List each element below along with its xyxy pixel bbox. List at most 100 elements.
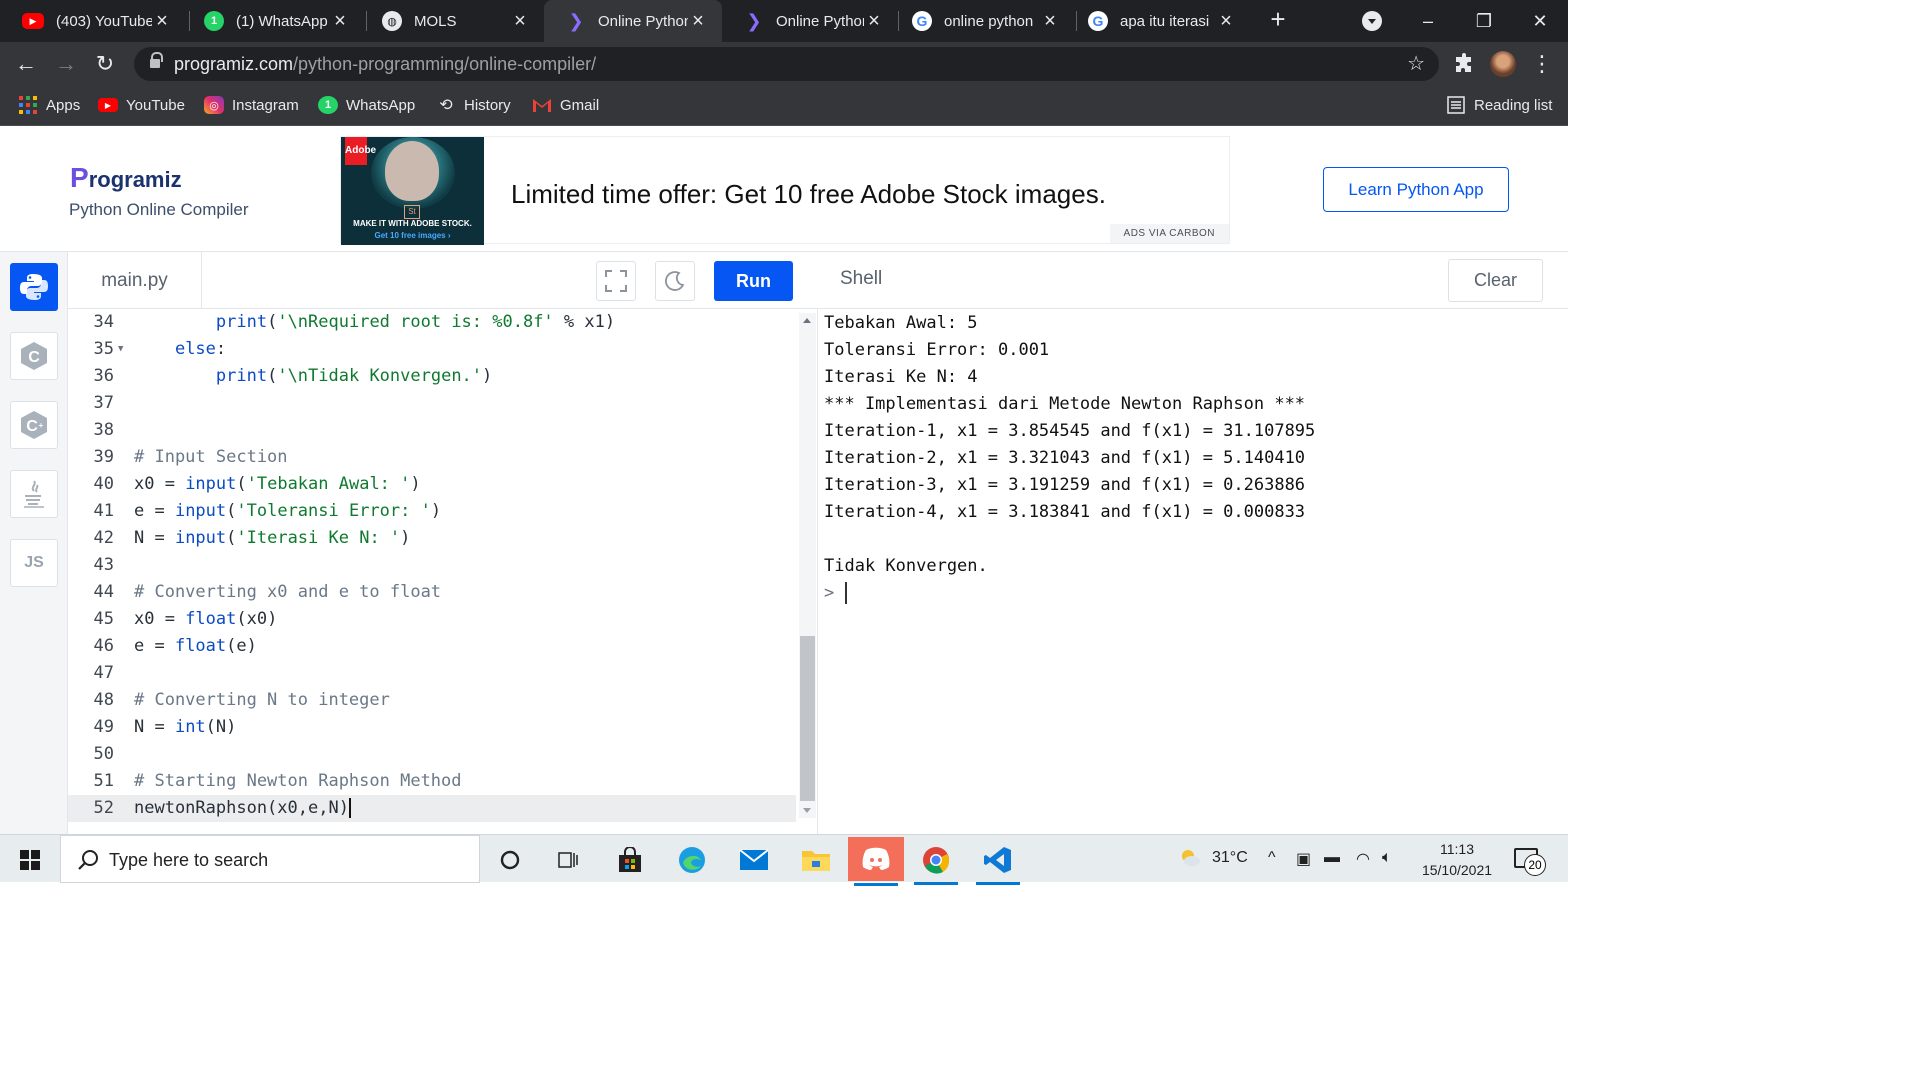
code-line[interactable]: 44 # Converting x0 and e to float [68, 579, 796, 606]
code-line[interactable]: 52 newtonRaphson(x0,e,N) [68, 795, 796, 822]
profile-avatar[interactable] [1490, 51, 1516, 77]
ad-text[interactable]: Limited time offer: Get 10 free Adobe St… [511, 179, 1106, 210]
fullscreen-button[interactable] [596, 261, 636, 301]
tab-search-icon[interactable] [1362, 11, 1382, 31]
window-close-button[interactable]: ✕ [1512, 0, 1568, 42]
code-line[interactable]: 41 e = input('Toleransi Error: ') [68, 498, 796, 525]
tab-google-iterasi[interactable]: G apa itu iterasi × [1066, 0, 1250, 42]
code-line[interactable]: 49 N = int(N) [68, 714, 796, 741]
code-text[interactable]: e = float(e) [134, 633, 257, 660]
notification-center-icon[interactable]: 20 [1514, 848, 1546, 876]
code-text[interactable]: x0 = input('Tebakan Awal: ') [134, 471, 421, 498]
cpp-language-button[interactable]: C + [10, 401, 58, 449]
forward-arrow-icon[interactable]: → [52, 50, 80, 78]
tab-youtube[interactable]: ▶ (403) YouTube × [0, 0, 186, 42]
fold-arrow-icon[interactable]: ▼ [118, 336, 123, 363]
back-arrow-icon[interactable]: ← [12, 50, 40, 78]
taskbar-clock[interactable]: 11:13 15/10/2021 [1412, 839, 1502, 881]
code-text[interactable]: N = input('Iterasi Ke N: ') [134, 525, 410, 552]
code-line[interactable]: 35 ▼ else: [68, 336, 796, 363]
dark-mode-button[interactable] [655, 261, 695, 301]
cortana-icon[interactable] [482, 840, 538, 880]
bookmark-star-icon[interactable]: ☆ [1407, 51, 1425, 76]
bookmark-gmail[interactable]: Gmail [532, 94, 599, 116]
edge-browser-icon[interactable] [664, 840, 720, 880]
code-line[interactable]: 34 print('\nRequired root is: %0.8f' % x… [68, 309, 796, 336]
run-button[interactable]: Run [714, 261, 793, 301]
learn-python-app-button[interactable]: Learn Python App [1323, 167, 1509, 212]
bookmark-whatsapp[interactable]: 1 WhatsApp [318, 94, 415, 116]
bookmark-history[interactable]: ⟲ History [436, 94, 510, 116]
weather-icon[interactable] [1178, 846, 1202, 875]
discord-icon[interactable] [848, 837, 904, 886]
clear-button[interactable]: Clear [1448, 259, 1543, 302]
task-view-icon[interactable] [540, 840, 596, 880]
code-line[interactable]: 50 [68, 741, 796, 768]
file-explorer-icon[interactable] [788, 840, 844, 880]
code-text[interactable]: # Converting N to integer [134, 687, 390, 714]
python-language-button[interactable] [10, 263, 58, 311]
code-text[interactable]: # Starting Newton Raphson Method [134, 768, 462, 795]
scroll-up-arrow[interactable] [803, 318, 811, 323]
tab-mols[interactable]: ◍ MOLS × [360, 0, 544, 42]
code-line[interactable]: 47 [68, 660, 796, 687]
reload-icon[interactable]: ↻ [91, 50, 119, 78]
js-language-button[interactable]: JS [10, 539, 58, 587]
bookmark-apps[interactable]: Apps [18, 94, 80, 116]
temperature-label[interactable]: 31°C [1212, 849, 1248, 867]
network-status-icon[interactable]: ▣ [1296, 849, 1311, 869]
code-text[interactable]: newtonRaphson(x0,e,N) [134, 795, 351, 822]
tab-google-online-python[interactable]: G online python × [890, 0, 1074, 42]
code-line[interactable]: 45 x0 = float(x0) [68, 606, 796, 633]
code-text[interactable]: else: [134, 336, 226, 363]
code-line[interactable]: 37 [68, 390, 796, 417]
battery-icon[interactable]: ▬ [1324, 849, 1340, 867]
chrome-icon[interactable] [908, 840, 964, 885]
extensions-puzzle-icon[interactable] [1452, 52, 1476, 76]
code-editor[interactable]: 34 print('\nRequired root is: %0.8f' % x… [68, 309, 818, 834]
ad-banner[interactable]: Adobe St MAKE IT WITH ADOBE STOCK. Get 1… [340, 136, 1230, 245]
minimize-button[interactable]: – [1400, 0, 1456, 42]
close-icon[interactable]: × [1040, 10, 1060, 33]
volume-icon[interactable]: 🔈︎ [1382, 849, 1392, 867]
code-text[interactable]: # Input Section [134, 444, 288, 471]
tab-whatsapp[interactable]: 1 (1) WhatsApp × [182, 0, 364, 42]
code-line[interactable]: 43 [68, 552, 796, 579]
new-tab-button[interactable]: + [1266, 6, 1290, 32]
windows-start-icon[interactable] [20, 850, 40, 870]
tab-online-python-2[interactable]: ❯ Online Python × [722, 0, 898, 42]
microsoft-store-icon[interactable] [602, 840, 658, 880]
code-text[interactable]: x0 = float(x0) [134, 606, 277, 633]
shell-output[interactable]: Tebakan Awal: 5 Toleransi Error: 0.001 Ite… [818, 309, 1568, 834]
file-tab-main-py[interactable]: main.py [68, 252, 202, 309]
scrollbar-thumb[interactable] [800, 636, 815, 801]
scroll-down-arrow[interactable] [803, 808, 811, 813]
reading-list-button[interactable]: Reading list [1446, 94, 1552, 116]
code-line[interactable]: 39 # Input Section [68, 444, 796, 471]
chevron-up-icon[interactable]: ^ [1268, 849, 1276, 867]
mail-icon[interactable] [726, 840, 782, 880]
tab-online-python-active[interactable]: ❯ Online Python × [544, 0, 722, 42]
code-line[interactable]: 46 e = float(e) [68, 633, 796, 660]
c-language-button[interactable]: C [10, 332, 58, 380]
code-line[interactable]: 38 [68, 417, 796, 444]
code-text[interactable]: print('\nRequired root is: %0.8f' % x1) [134, 309, 615, 336]
code-line[interactable]: 51 # Starting Newton Raphson Method [68, 768, 796, 795]
code-line[interactable]: 42 N = input('Iterasi Ke N: ') [68, 525, 796, 552]
java-language-button[interactable] [10, 470, 58, 518]
code-text[interactable]: e = input('Toleransi Error: ') [134, 498, 441, 525]
programiz-logo[interactable]: Programiz [70, 162, 182, 194]
code-line[interactable]: 40 x0 = input('Tebakan Awal: ') [68, 471, 796, 498]
chrome-menu-icon[interactable]: ⋮ [1528, 50, 1556, 78]
code-text[interactable]: N = int(N) [134, 714, 236, 741]
address-bar[interactable]: programiz.com/python-programming/online-… [134, 47, 1439, 81]
code-line[interactable]: 48 # Converting N to integer [68, 687, 796, 714]
bookmark-instagram[interactable]: ◎ Instagram [204, 94, 299, 116]
taskbar-search-box[interactable]: Type here to search [60, 835, 480, 883]
vscode-icon[interactable] [970, 840, 1026, 885]
close-icon[interactable]: × [688, 10, 708, 33]
shell-prompt[interactable]: > [824, 580, 847, 607]
code-text[interactable]: # Converting x0 and e to float [134, 579, 441, 606]
close-icon[interactable]: × [510, 10, 530, 33]
editor-scrollbar[interactable] [799, 313, 816, 818]
